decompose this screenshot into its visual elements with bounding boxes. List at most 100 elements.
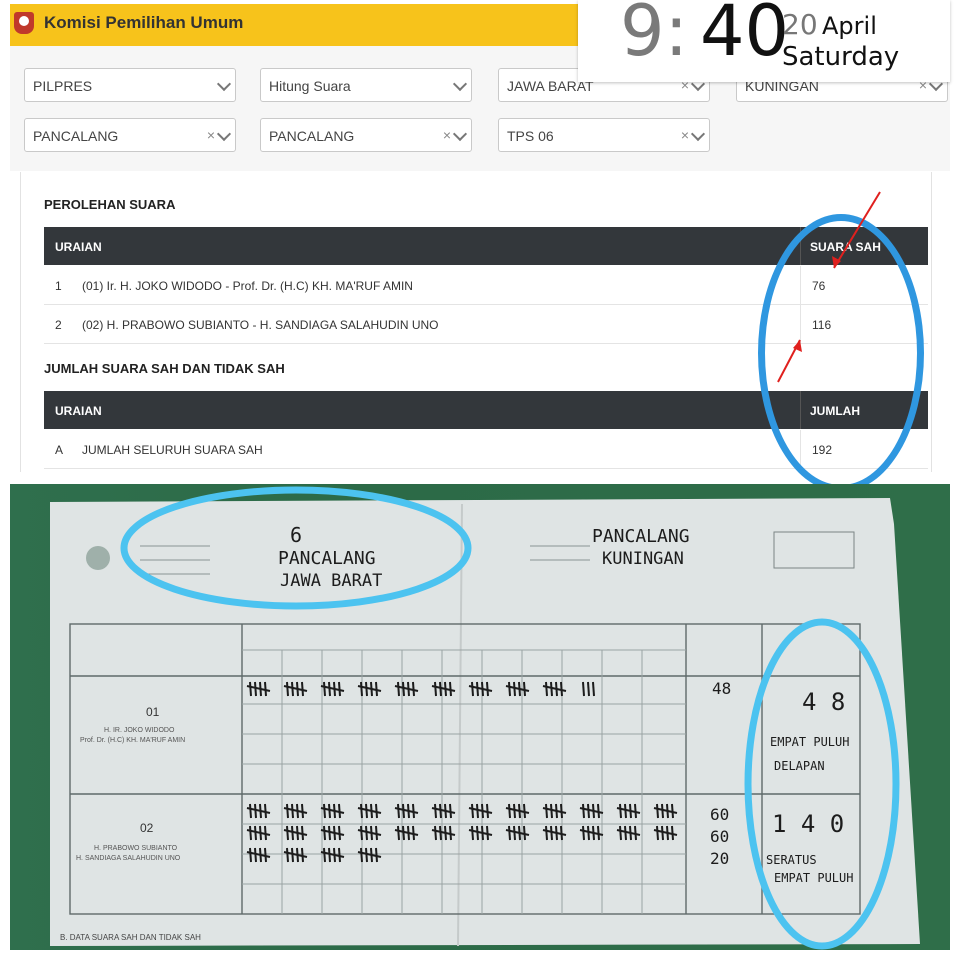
tally-stroke <box>545 681 548 697</box>
tally-stroke <box>656 825 659 841</box>
tally-stroke <box>323 681 326 697</box>
tally-stroke <box>550 681 553 697</box>
tally-stroke <box>471 825 474 841</box>
hw-desa: PANCALANG <box>278 548 376 569</box>
tally-stroke <box>254 803 257 819</box>
red-arrow-down <box>833 191 881 269</box>
tally-stroke <box>328 681 331 697</box>
tally-stroke <box>619 803 622 819</box>
tally-stroke <box>656 803 659 819</box>
form-photo: 6 PANCALANG JAWA BARAT PANCALANG KUNINGA… <box>10 484 950 950</box>
hw-tally2c: 20 <box>710 849 729 868</box>
tally-stroke <box>402 681 405 697</box>
tally-stroke <box>471 803 474 819</box>
tally-stroke <box>587 803 590 819</box>
tally-stroke <box>328 847 331 863</box>
tally-stroke <box>323 847 326 863</box>
hw-tps: 6 <box>290 523 302 547</box>
tally-stroke <box>434 825 437 841</box>
tally-stroke <box>550 825 553 841</box>
tally-stroke <box>582 803 585 819</box>
tally-stroke <box>439 803 442 819</box>
candidate2-number: 02 <box>140 821 154 835</box>
tally-stroke <box>286 803 289 819</box>
tally-stroke <box>592 681 595 697</box>
candidate1-name2: Prof. Dr. (H.C) KH. MA'RUF AMIN <box>80 737 185 744</box>
tally-stroke <box>254 681 257 697</box>
hw-kabupaten: KUNINGAN <box>602 549 684 569</box>
tally-stroke <box>513 681 516 697</box>
tally-stroke <box>624 803 627 819</box>
tally-stroke <box>439 681 442 697</box>
tally-stroke <box>545 825 548 841</box>
hw-words1a: EMPAT PULUH <box>770 735 849 749</box>
tally-stroke <box>365 681 368 697</box>
tally-stroke <box>476 681 479 697</box>
tally-stroke <box>508 681 511 697</box>
tally-stroke <box>360 803 363 819</box>
tally-stroke <box>328 803 331 819</box>
paper-form: 6 PANCALANG JAWA BARAT PANCALANG KUNINGA… <box>50 486 920 950</box>
candidate2-name2: H. SANDIAGA SALAHUDIN UNO <box>76 855 181 862</box>
tally-stroke <box>545 803 548 819</box>
tally-stroke <box>476 825 479 841</box>
hw-prov: JAWA BARAT <box>280 571 382 591</box>
tally-stroke <box>661 803 664 819</box>
form-logo-icon <box>86 546 110 570</box>
candidate1-name: H. IR. JOKO WIDODO <box>104 727 175 734</box>
tally-stroke <box>249 803 252 819</box>
tally-stroke <box>254 847 257 863</box>
tally-stroke <box>360 681 363 697</box>
tally-stroke <box>513 825 516 841</box>
hw-kecamatan: PANCALANG <box>592 526 690 547</box>
annotation-arrows <box>777 191 881 383</box>
tally-stroke <box>397 803 400 819</box>
tally-stroke <box>291 681 294 697</box>
tally-stroke <box>360 825 363 841</box>
tally-stroke <box>582 681 585 697</box>
tally-stroke <box>397 825 400 841</box>
tally-stroke <box>286 825 289 841</box>
hw-words2b: EMPAT PULUH <box>774 871 853 885</box>
tally-stroke <box>471 681 474 697</box>
tally-stroke <box>661 825 664 841</box>
tally-stroke <box>291 847 294 863</box>
tally-stroke <box>476 803 479 819</box>
tally-stroke <box>254 825 257 841</box>
tally-stroke <box>249 825 252 841</box>
tally-stroke <box>624 825 627 841</box>
form-footer: B. DATA SUARA SAH DAN TIDAK SAH <box>60 933 201 942</box>
tally-stroke <box>365 803 368 819</box>
tally-stroke <box>550 803 553 819</box>
hw-tally2b: 60 <box>710 827 729 846</box>
tally-stroke <box>508 825 511 841</box>
tally-stroke <box>402 825 405 841</box>
tally-stroke <box>402 803 405 819</box>
tally-stroke <box>365 825 368 841</box>
tally-stroke <box>513 803 516 819</box>
tally-stroke <box>439 825 442 841</box>
tally-stroke <box>619 825 622 841</box>
tally-stroke <box>286 681 289 697</box>
hw-words2a: SERATUS <box>766 853 817 867</box>
hw-total1: 4 8 <box>802 688 845 716</box>
hw-tally1: 48 <box>712 679 731 698</box>
hw-words1b: DELAPAN <box>774 759 825 773</box>
tally-stroke <box>360 847 363 863</box>
tally-stroke <box>587 681 590 697</box>
tally-stroke <box>249 847 252 863</box>
tally-stroke <box>397 681 400 697</box>
tally-stroke <box>328 825 331 841</box>
tally-stroke <box>587 825 590 841</box>
tally-stroke <box>323 825 326 841</box>
tally-stroke <box>434 681 437 697</box>
tally-stroke <box>508 803 511 819</box>
tally-stroke <box>323 803 326 819</box>
tally-stroke <box>286 847 289 863</box>
candidate1-number: 01 <box>146 705 160 719</box>
tally-stroke <box>249 681 252 697</box>
candidate2-name: H. PRABOWO SUBIANTO <box>94 845 178 852</box>
hw-total2: 1 4 0 <box>772 810 844 838</box>
hw-tally2a: 60 <box>710 805 729 824</box>
tally-stroke <box>365 847 368 863</box>
